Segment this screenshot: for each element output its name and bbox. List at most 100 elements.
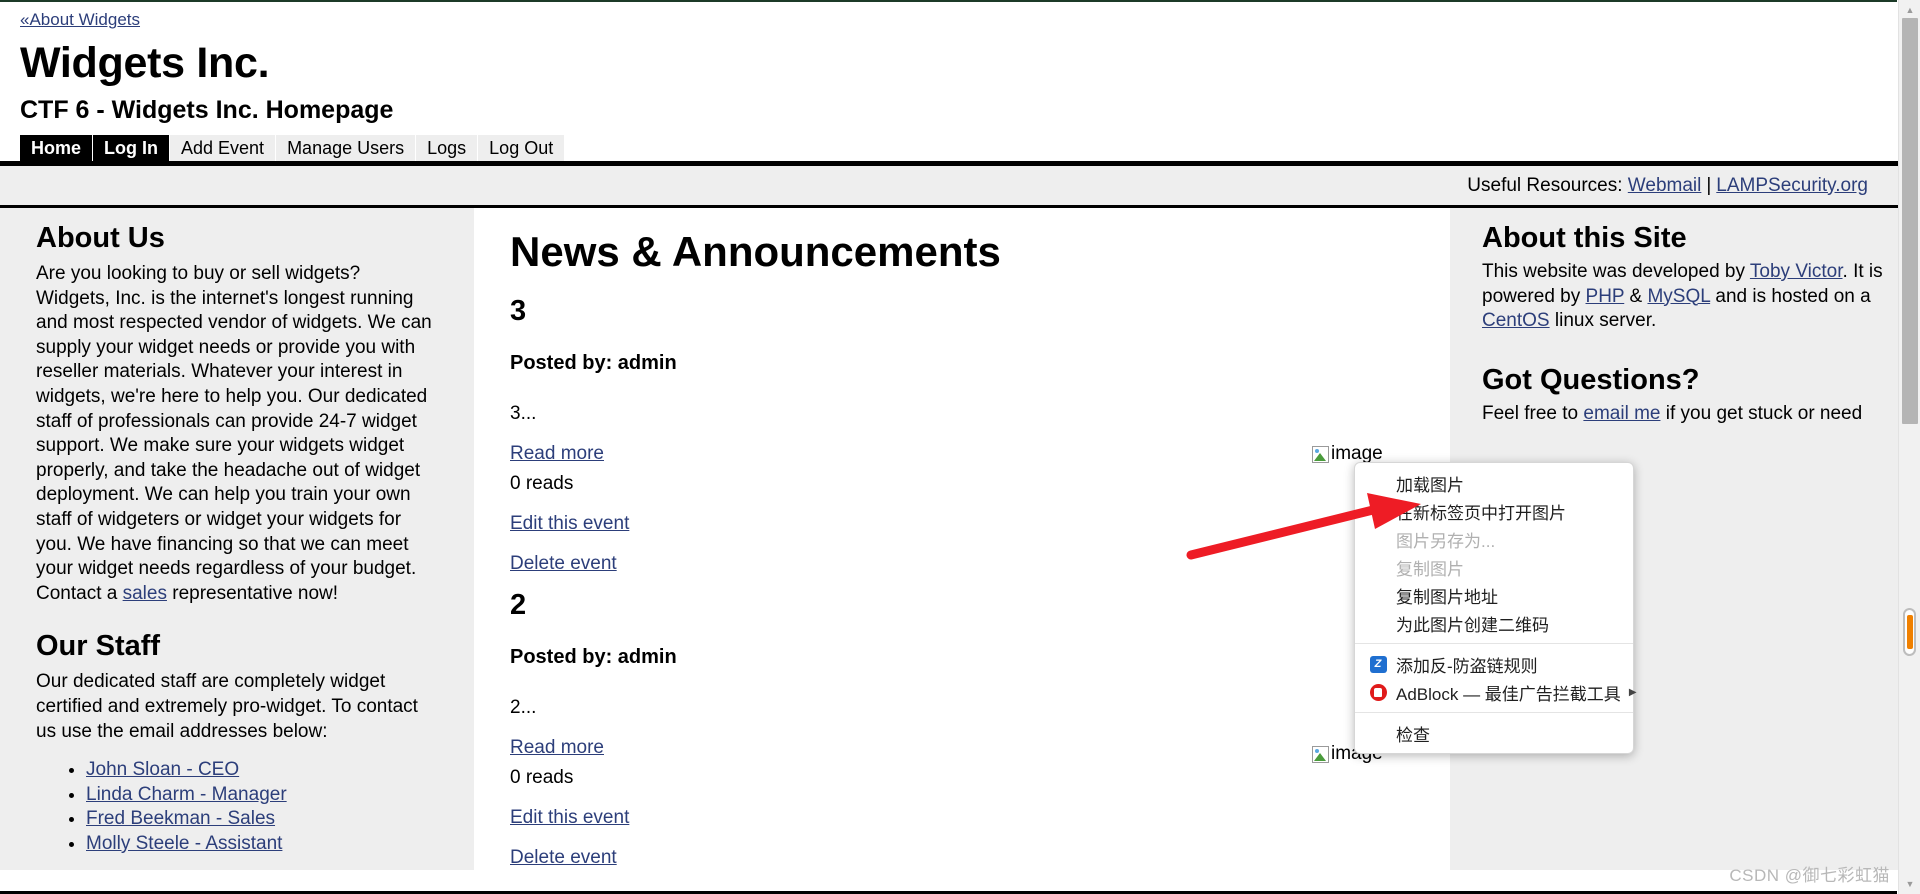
context-menu-item-open-image-new-tab[interactable]: 在新标签页中打开图片 [1355,497,1633,525]
context-menu-divider [1355,643,1633,644]
event-body: 2... [510,696,1450,720]
useful-resources-bar: Useful Resources: Webmail | LAMPSecurity… [0,166,1920,208]
sales-link[interactable]: sales [123,583,167,604]
resources-separator: | [1706,175,1711,197]
staff-list: John Sloan - CEO Linda Charm - Manager F… [36,758,434,856]
scrollbar-thumb[interactable] [1902,18,1918,424]
got-questions-paragraph: Feel free to email me if you get stuck o… [1482,402,1890,427]
about-us-text-part2: representative now! [167,583,338,604]
staff-link-molly-steele[interactable]: Molly Steele - Assistant [86,833,282,854]
page-subtitle: CTF 6 - Widgets Inc. Homepage [20,94,1920,126]
tampermonkey-glyph: Z [1370,656,1387,673]
about-us-heading: About Us [36,220,434,256]
tampermonkey-icon: Z [1369,655,1387,673]
left-sidebar: About Us Are you looking to buy or sell … [0,208,474,870]
about-this-site-paragraph: This website was developed by Toby Victo… [1482,260,1890,334]
context-menu-label: AdBlock — 最佳广告拦截工具 [1396,680,1621,705]
page-title: News & Announcements [510,226,1450,278]
list-item: Fred Beekman - Sales [86,807,434,832]
delete-event-link[interactable]: Delete event [510,552,1450,576]
about-us-text-part1: Are you looking to buy or sell widgets? … [36,263,432,604]
webmail-link[interactable]: Webmail [1628,175,1702,197]
nav-tab-manage-users[interactable]: Manage Users [276,135,416,161]
questions-text-1: Feel free to [1482,403,1583,424]
nav-tab-log-out[interactable]: Log Out [478,135,565,161]
context-menu-label: 复制图片地址 [1396,583,1621,608]
context-menu-item-create-qr-code[interactable]: 为此图片创建二维码 [1355,609,1633,637]
lampsecurity-link[interactable]: LAMPSecurity.org [1716,175,1868,197]
useful-resources-label: Useful Resources: [1467,175,1622,197]
staff-link-john-sloan[interactable]: John Sloan - CEO [86,759,239,780]
read-more-link[interactable]: Read more [510,736,1450,760]
event-posted-by: Posted by: admin [510,644,1450,670]
context-menu-item-inspect[interactable]: 检查 [1355,719,1633,747]
image-context-menu: 加载图片 在新标签页中打开图片 图片另存为... 复制图片 复制图片地址 为此图… [1354,462,1634,754]
breadcrumb-about-widgets-link[interactable]: «About Widgets [20,10,140,29]
email-me-link[interactable]: email me [1583,403,1660,424]
adblock-icon [1369,683,1387,701]
our-staff-paragraph: Our dedicated staff are completely widge… [36,670,434,744]
list-item: Molly Steele - Assistant [86,832,434,857]
event-posted-by: Posted by: admin [510,350,1450,376]
event-body: 3... [510,402,1450,426]
nav-tab-add-event[interactable]: Add Event [170,135,276,161]
centos-link[interactable]: CentOS [1482,310,1550,331]
context-menu-label: 添加反-防盗链规则 [1396,652,1621,677]
main-content: News & Announcements 3 Posted by: admin … [474,208,1450,870]
got-questions-heading: Got Questions? [1482,362,1890,398]
read-more-link[interactable]: Read more [510,442,1450,466]
breadcrumb: «About Widgets [20,0,1920,31]
context-menu-item-load-image[interactable]: 加载图片 [1355,469,1633,497]
context-menu-item-copy-image: 复制图片 [1355,553,1633,581]
broken-image-icon [1312,746,1329,763]
event-read-count: 0 reads [510,472,1450,496]
mysql-link[interactable]: MySQL [1647,286,1710,307]
about-site-text-5: linux server. [1550,310,1657,331]
event-title: 2 [510,588,1450,622]
find-match-marker [1903,608,1916,656]
staff-link-fred-beekman[interactable]: Fred Beekman - Sales [86,808,275,829]
context-menu-label: 加载图片 [1396,471,1621,496]
browser-page: «About Widgets Widgets Inc. CTF 6 - Widg… [0,0,1920,894]
context-menu-item-save-image-as: 图片另存为... [1355,525,1633,553]
questions-text-2: if you get stuck or need [1660,403,1862,424]
adblock-hand-glyph [1370,684,1387,701]
scrollbar-down-arrow-icon[interactable]: ▼ [1899,876,1920,892]
scrollbar-up-arrow-icon[interactable]: ▲ [1899,2,1920,18]
context-menu-label: 在新标签页中打开图片 [1396,499,1621,524]
our-staff-heading: Our Staff [36,628,434,664]
edit-event-link[interactable]: Edit this event [510,512,1450,536]
event-read-count: 0 reads [510,766,1450,790]
about-this-site-heading: About this Site [1482,220,1890,256]
about-site-text-3: & [1624,286,1647,307]
context-menu-item-adblock[interactable]: AdBlock — 最佳广告拦截工具 ▶ [1355,678,1633,706]
event-item: 3 Posted by: admin 3... Read more 0 read… [510,294,1450,576]
list-item: John Sloan - CEO [86,758,434,783]
page-scrollbar[interactable]: ▲ ▼ [1898,0,1920,894]
top-edge-stripe [0,0,1897,2]
edit-event-link[interactable]: Edit this event [510,806,1450,830]
nav-tab-home[interactable]: Home [20,135,93,161]
context-menu-item-copy-image-address[interactable]: 复制图片地址 [1355,581,1633,609]
staff-link-linda-charm[interactable]: Linda Charm - Manager [86,784,287,805]
context-menu-label: 检查 [1396,721,1621,746]
page-header: «About Widgets Widgets Inc. CTF 6 - Widg… [0,0,1920,126]
context-menu-label: 复制图片 [1396,555,1621,580]
php-link[interactable]: PHP [1586,286,1625,307]
context-menu-divider [1355,712,1633,713]
context-menu-label: 图片另存为... [1396,527,1621,552]
about-site-text-4: and is hosted on a [1710,286,1871,307]
context-menu-label: 为此图片创建二维码 [1396,611,1621,636]
event-title: 3 [510,294,1450,328]
nav-tab-log-in[interactable]: Log In [93,135,170,161]
site-title: Widgets Inc. [20,37,1920,89]
event-item: 2 Posted by: admin 2... Read more 0 read… [510,588,1450,870]
nav-tab-logs[interactable]: Logs [416,135,478,161]
toby-victor-link[interactable]: Toby Victor [1750,261,1843,282]
context-menu-item-add-anti-hotlink-rule[interactable]: Z 添加反-防盗链规则 [1355,650,1633,678]
chevron-right-icon: ▶ [1629,687,1637,698]
delete-event-link[interactable]: Delete event [510,846,1450,870]
about-site-text-1: This website was developed by [1482,261,1750,282]
broken-image-icon [1312,446,1329,463]
list-item: Linda Charm - Manager [86,783,434,808]
